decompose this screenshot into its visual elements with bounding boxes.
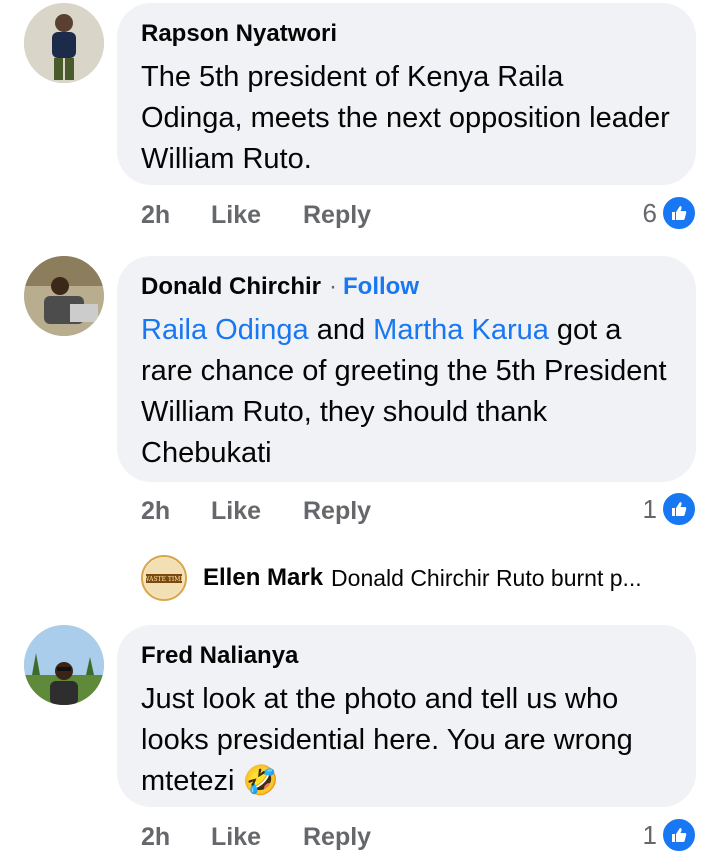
reaction-count-3[interactable]: 1	[642, 817, 697, 853]
comment-text: Raila Odinga and Martha Karua got a rare…	[141, 310, 672, 474]
thumbs-up-icon	[661, 195, 697, 231]
separator-dot: ·	[329, 273, 338, 300]
mention-link[interactable]: Martha Karua	[373, 314, 549, 346]
reply-text: Donald Chirchir Ruto burnt p...	[331, 564, 642, 591]
comment-actions-3: 2h Like Reply	[141, 820, 371, 854]
reaction-count-1[interactable]: 6	[642, 195, 697, 231]
comment-author[interactable]: Donald Chirchir	[141, 273, 321, 300]
reply-button[interactable]: Reply	[303, 201, 371, 230]
mention-link[interactable]: Raila Odinga	[141, 314, 309, 346]
logo-text: WASTE TIME	[143, 576, 185, 583]
comment-text: The 5th president of Kenya Raila Odinga,…	[141, 61, 670, 175]
thumbs-up-icon	[661, 491, 697, 527]
avatar-ellen[interactable]: WASTE TIME	[141, 555, 187, 601]
follow-button[interactable]: Follow	[343, 273, 419, 300]
comment-actions-1: 2h Like Reply	[141, 198, 371, 232]
comment-bubble-1: Rapson Nyatwori The 5th president of Ken…	[117, 3, 696, 185]
like-button[interactable]: Like	[211, 497, 303, 526]
comment-author[interactable]: Rapson Nyatwori	[141, 19, 672, 49]
avatar-donald[interactable]	[24, 256, 104, 336]
comment-header: Donald Chirchir · Follow	[141, 272, 672, 302]
reaction-count-2[interactable]: 1	[642, 491, 697, 527]
comment-time[interactable]: 2h	[141, 823, 211, 852]
reply-button[interactable]: Reply	[303, 823, 371, 852]
like-button[interactable]: Like	[211, 823, 303, 852]
text-fragment: and	[308, 314, 374, 346]
reply-preview[interactable]: WASTE TIME Ellen Mark Donald Chirchir Ru…	[141, 553, 642, 603]
comment-time[interactable]: 2h	[141, 497, 211, 526]
reaction-number: 1	[642, 493, 657, 524]
thumbs-up-icon	[661, 817, 697, 853]
avatar-rapson[interactable]	[24, 3, 104, 83]
comment-text: Just look at the photo and tell us who l…	[141, 679, 672, 802]
reaction-number: 1	[642, 819, 657, 850]
comment-bubble-2: Donald Chirchir · Follow Raila Odinga and …	[117, 256, 696, 482]
text-fragment: Just look at the photo and tell us who l…	[141, 683, 633, 797]
comment-author[interactable]: Fred Nalianya	[141, 641, 672, 671]
avatar-fred[interactable]	[24, 625, 104, 705]
reaction-number: 6	[642, 197, 657, 228]
like-button[interactable]: Like	[211, 201, 303, 230]
rofl-emoji-icon: 🤣	[242, 765, 279, 797]
comment-actions-2: 2h Like Reply	[141, 494, 371, 528]
comment-time[interactable]: 2h	[141, 201, 211, 230]
comment-bubble-3: Fred Nalianya Just look at the photo and…	[117, 625, 696, 807]
reply-author[interactable]: Ellen Mark	[203, 564, 323, 592]
reply-button[interactable]: Reply	[303, 497, 371, 526]
